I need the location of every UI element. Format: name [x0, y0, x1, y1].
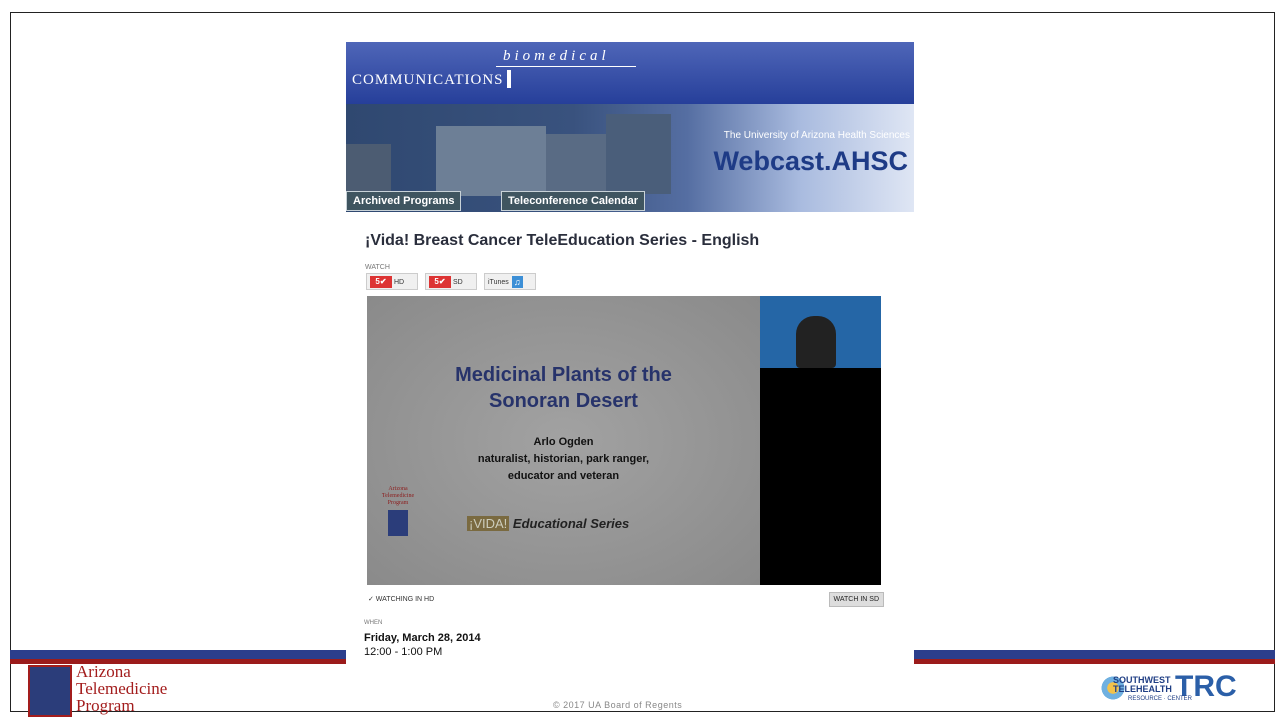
music-note-icon: ♫ [511, 276, 523, 289]
hero-banner: The University of Arizona Health Science… [346, 104, 914, 212]
watch-hd-button[interactable]: 5✔ HD [366, 273, 418, 290]
slide-title-line1: Medicinal Plants of the [455, 364, 672, 386]
university-text: The University of Arizona Health Science… [723, 130, 910, 141]
slide-title-line2: Sonoran Desert [489, 390, 638, 412]
webcast-title: Webcast.AHSC [713, 146, 908, 176]
video-player[interactable]: Medicinal Plants of the Sonoran Desert A… [367, 296, 881, 585]
trc-small-line2: TELEHEALTH [1113, 684, 1172, 694]
logo-bar [507, 70, 511, 88]
watching-status: ✓ WATCHING IN HD [368, 596, 435, 603]
archived-programs-link[interactable]: Archived Programs [346, 191, 462, 211]
event-time: 12:00 - 1:00 PM [364, 646, 443, 658]
atp-mini-logo: Arizona Telemedicine Program [375, 486, 421, 536]
itunes-label: iTunes [488, 279, 509, 286]
trc-resource-center: RESOURCE · CENTER [1128, 696, 1193, 702]
biomedical-label: biomedical [503, 48, 610, 64]
series-text: Educational Series [512, 516, 630, 531]
watch-in-sd-button[interactable]: WATCH IN SD [828, 592, 884, 607]
speaker-name: Arlo Ogden [533, 436, 594, 448]
communications-label: COMMUNICATIONS [352, 72, 504, 88]
watch-sd-small-button[interactable]: 5✔ SD [425, 273, 477, 290]
speaker-role-line1: naturalist, historian, park ranger, [477, 453, 650, 465]
arizona-telemedicine-logo: Arizona Telemedicine Program [28, 662, 208, 718]
flash-icon: 5✔ [429, 276, 451, 289]
atp-logo-line1: Arizona [76, 662, 131, 681]
program-title: ¡Vida! Breast Cancer TeleEducation Serie… [365, 232, 760, 249]
site-header: biomedical COMMUNICATIONS [346, 42, 914, 104]
atp-logo-line3: Program [76, 696, 135, 715]
event-date: Friday, March 28, 2014 [364, 632, 481, 644]
building-image [436, 126, 546, 196]
speaker-role-line2: educator and veteran [507, 470, 620, 482]
southwest-trc-logo: SOUTHWEST TELEHEALTH TRC RESOURCE · CENT… [1093, 666, 1243, 714]
building-image [546, 134, 606, 194]
building-image [606, 114, 671, 194]
teleconference-calendar-link[interactable]: Teleconference Calendar [501, 191, 646, 211]
atp-seal-icon [28, 665, 72, 717]
vida-logo: ¡VIDA! [467, 516, 510, 531]
speaker-person [796, 316, 836, 368]
series-mark: ¡VIDA! Educational Series [467, 516, 629, 531]
when-label: WHEN [364, 620, 383, 626]
header-divider [496, 66, 636, 67]
hd-label: HD [394, 279, 405, 286]
copyright-text: © 2017 UA Board of Regents [553, 700, 683, 710]
webcast-screenshot: biomedical COMMUNICATIONS The University… [346, 42, 914, 679]
presentation-slide: Medicinal Plants of the Sonoran Desert A… [367, 296, 760, 585]
watch-label: WATCH [365, 264, 390, 271]
atp-mini-text: Arizona Telemedicine Program [381, 486, 415, 506]
atp-logo-line2: Telemedicine [76, 679, 168, 698]
itunes-button[interactable]: iTunes ♫ [484, 273, 536, 290]
trc-text: SOUTHWEST TELEHEALTH [1113, 676, 1172, 694]
flash-icon: 5✔ [370, 276, 392, 289]
speaker-camera-feed [760, 296, 881, 368]
caduceus-icon [388, 510, 408, 536]
sd-label: SD [453, 279, 463, 286]
